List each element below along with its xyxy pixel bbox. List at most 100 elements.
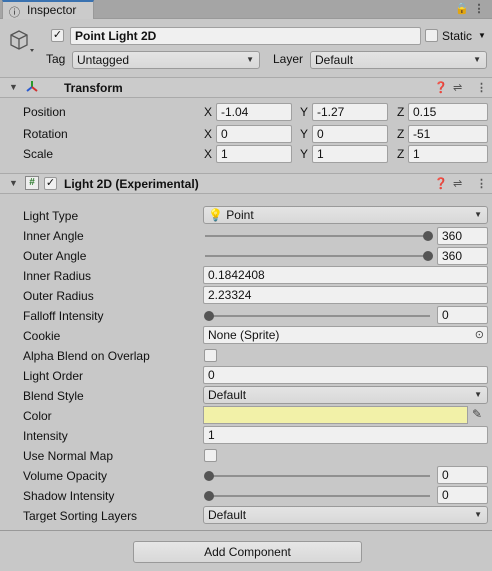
transform-position-y-field[interactable]: -1.27 [312,103,388,121]
transform-position-z-field[interactable]: 0.15 [408,103,488,121]
sorting-value: Default [208,508,247,522]
light-type-dropdown[interactable]: 💡 Point ▼ [203,206,488,224]
chevron-down-icon: ▼ [474,390,482,399]
blend-style-dropdown[interactable]: Default ▼ [203,386,488,404]
outer-radius-label: Outer Radius [23,289,94,303]
chevron-down-icon: ▼ [246,55,254,64]
outer-angle-knob[interactable] [423,251,433,261]
transform-rotation-label: Rotation [23,127,68,141]
tag-dropdown[interactable]: Untagged ▼ [72,51,260,69]
transform-rotation-z-field[interactable]: -51 [408,125,488,143]
transform-rotation-x-field[interactable]: 0 [216,125,292,143]
alpha-blend-checkbox[interactable] [204,349,217,362]
outer-angle-slider[interactable] [205,255,430,257]
layer-dropdown[interactable]: Default ▼ [310,51,487,69]
shadow-knob[interactable] [204,491,214,501]
transform-scale-x-field[interactable]: 1 [216,145,292,163]
eyedropper-icon[interactable]: ✎ [472,407,482,421]
more-icon[interactable]: ⋮ [476,177,487,190]
volume-field[interactable]: 0 [437,466,488,484]
light-enabled-checkbox[interactable]: ✓ [44,177,57,190]
falloff-knob[interactable] [204,311,214,321]
outer-angle-field[interactable]: 360 [437,247,488,265]
axis-x-label: X [204,147,213,161]
light2d-header[interactable]: ▼ # ✓ Light 2D (Experimental) ❓ ⇌ ⋮ [0,173,492,194]
transform-header[interactable]: ▼ Transform ❓ ⇌ ⋮ [0,77,492,98]
foldout-icon[interactable]: ▼ [9,82,18,92]
transform-scale-z-field[interactable]: 1 [408,145,488,163]
inner-radius-label: Inner Radius [23,269,92,283]
shadow-label: Shadow Intensity [23,489,115,503]
volume-knob[interactable] [204,471,214,481]
normal-map-label: Use Normal Map [23,449,114,463]
light-order-label: Light Order [23,369,84,383]
alpha-blend-label: Alpha Blend on Overlap [23,349,150,363]
cookie-field[interactable]: None (Sprite) ⊙ [203,326,488,344]
active-checkbox[interactable]: ✓ [51,29,64,42]
info-icon: ⓘ [9,7,20,19]
axis-y-label: Y [300,147,309,161]
lightbulb-icon: 💡 [208,208,223,222]
static-checkbox[interactable] [425,29,438,42]
light-type-label: Light Type [23,209,79,223]
blend-style-value: Default [208,388,247,402]
object-name-field[interactable]: Point Light 2D [70,27,421,45]
inner-angle-knob[interactable] [423,231,433,241]
falloff-slider[interactable] [205,315,430,317]
object-picker-icon[interactable]: ⊙ [475,327,484,343]
intensity-label: Intensity [23,429,68,443]
volume-label: Volume Opacity [23,469,108,483]
inner-angle-slider[interactable] [205,235,430,237]
volume-slider[interactable] [205,475,430,477]
divider [0,530,492,531]
tab-inspector[interactable]: ⓘ Inspector [2,0,94,19]
inner-angle-field[interactable]: 360 [437,227,488,245]
more-icon[interactable]: ⋮ [476,81,487,94]
transform-title: Transform [64,81,123,95]
falloff-label: Falloff Intensity [23,309,104,323]
tag-label: Tag [46,52,66,66]
lock-icon[interactable]: 🔒 [455,1,469,17]
light-type-value: Point [226,208,254,222]
chevron-down-icon: ▼ [473,55,481,64]
foldout-icon[interactable]: ▼ [9,178,18,188]
falloff-field[interactable]: 0 [437,306,488,324]
outer-radius-field[interactable]: 2.23324 [203,286,488,304]
inner-radius-field[interactable]: 0.1842408 [203,266,488,284]
gameobject-icon[interactable] [8,27,34,55]
preset-icon[interactable]: ⇌ [453,177,462,190]
script-icon: # [25,176,39,190]
cookie-label: Cookie [23,329,61,343]
axis-z-label: Z [397,105,405,119]
transform-position-x-field[interactable]: -1.04 [216,103,292,121]
axis-z-label: Z [397,127,405,141]
cookie-value: None (Sprite) [208,328,280,342]
shadow-field[interactable]: 0 [437,486,488,504]
layer-value: Default [315,53,354,67]
transform-icon [24,79,40,95]
transform-scale-y-field[interactable]: 1 [312,145,388,163]
transform-rotation-y-field[interactable]: 0 [312,125,388,143]
add-component-button[interactable]: Add Component [133,541,362,563]
tab-label: Inspector [27,3,77,17]
intensity-field[interactable]: 1 [203,426,488,444]
axis-y-label: Y [300,105,309,119]
chevron-down-icon: ▼ [474,210,482,219]
help-icon[interactable]: ❓ [434,177,448,190]
light2d-title: Light 2D (Experimental) [64,177,199,191]
shadow-slider[interactable] [205,495,430,497]
axis-y-label: Y [300,127,309,141]
axis-x-label: X [204,105,213,119]
more-icon[interactable]: ⋮ [472,1,486,17]
sorting-dropdown[interactable]: Default ▼ [203,506,488,524]
inner-angle-label: Inner Angle [23,229,84,243]
tag-value: Untagged [77,53,130,67]
normal-map-checkbox[interactable] [204,449,217,462]
layer-label: Layer [273,52,304,66]
preset-icon[interactable]: ⇌ [453,81,462,94]
light-order-field[interactable]: 0 [203,366,488,384]
help-icon[interactable]: ❓ [434,81,448,94]
color-swatch[interactable] [203,406,468,424]
static-label: Static [442,29,473,43]
static-dropdown-arrow-icon[interactable]: ▼ [478,31,486,40]
